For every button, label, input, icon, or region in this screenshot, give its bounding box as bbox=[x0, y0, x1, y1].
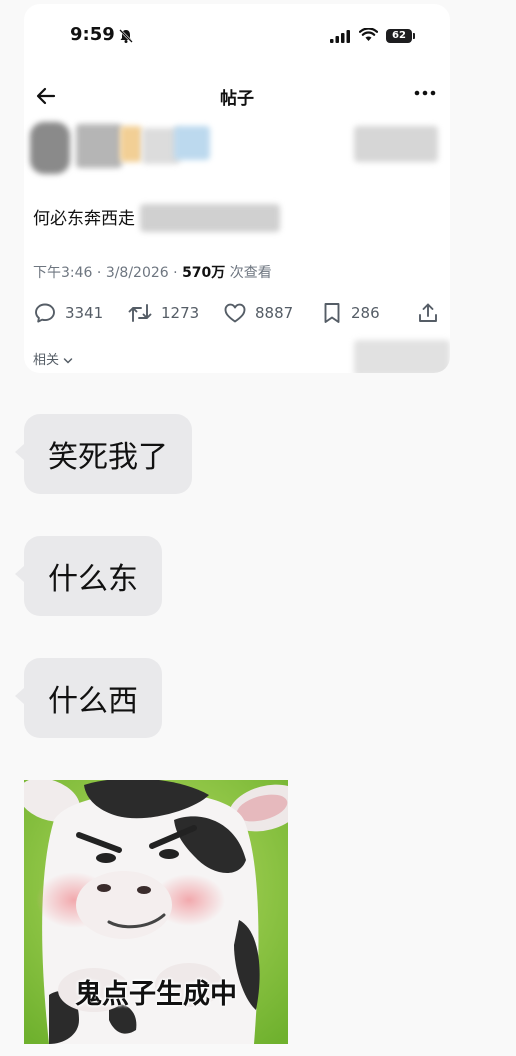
message-text: 什么东 bbox=[48, 562, 138, 597]
status-time: 9:59 bbox=[70, 24, 115, 45]
message-text: 什么西 bbox=[48, 684, 138, 719]
battery-icon: 62 bbox=[386, 29, 412, 43]
cow-sticker-image[interactable]: 鬼点子生成中 bbox=[24, 780, 288, 1044]
message-bubble[interactable]: 什么西 bbox=[15, 658, 162, 738]
repost-count: 1273 bbox=[161, 304, 200, 322]
post-views-label: 次查看 bbox=[229, 265, 272, 281]
battery-tip bbox=[413, 33, 415, 39]
bookmark-button[interactable]: 286 bbox=[321, 296, 380, 330]
post-views-number: 570万 bbox=[182, 265, 226, 281]
redacted-post-text bbox=[140, 204, 280, 232]
post-meta: 下午3:46 · 3/8/2026 · 570万 次查看 bbox=[33, 262, 272, 282]
reply-count: 3341 bbox=[65, 304, 104, 322]
share-button[interactable] bbox=[416, 296, 440, 330]
post-time: 下午3:46 bbox=[33, 265, 93, 281]
share-icon bbox=[419, 303, 437, 322]
meta-separator: · bbox=[173, 265, 183, 281]
repost-button[interactable]: 1273 bbox=[127, 296, 199, 330]
chevron-down-icon bbox=[63, 357, 73, 364]
status-bar: 9:59 62 bbox=[24, 4, 450, 64]
nav-title: 帖子 bbox=[220, 89, 254, 109]
nav-bar: 帖子 bbox=[24, 74, 450, 118]
post-text: 何必东奔西走 bbox=[33, 209, 135, 229]
message-bubble[interactable]: 什么东 bbox=[15, 536, 162, 616]
bell-slash-icon bbox=[119, 29, 133, 43]
like-icon bbox=[224, 303, 246, 323]
more-icon[interactable] bbox=[414, 90, 436, 96]
related-dropdown[interactable]: 相关 bbox=[33, 349, 73, 368]
sticker-caption: 鬼点子生成中 bbox=[75, 979, 237, 1010]
post-screenshot-card[interactable]: 9:59 62 帖子 何必东奔西走 下午3:46 · 3/8/2026 · 57… bbox=[24, 4, 450, 373]
related-label: 相关 bbox=[33, 353, 60, 368]
reply-icon bbox=[35, 303, 55, 323]
bookmark-count: 286 bbox=[351, 304, 380, 322]
post-date: 3/8/2026 bbox=[105, 265, 169, 281]
message-bubble[interactable]: 笑死我了 bbox=[15, 414, 192, 494]
like-button[interactable]: 8887 bbox=[223, 296, 293, 330]
bookmark-icon bbox=[324, 303, 340, 323]
like-count: 8887 bbox=[255, 304, 294, 322]
message-text: 笑死我了 bbox=[48, 440, 168, 475]
meta-separator: · bbox=[96, 265, 106, 281]
repost-icon bbox=[128, 304, 152, 322]
wifi-icon bbox=[359, 28, 378, 41]
signal-icon bbox=[330, 30, 350, 43]
redacted-related bbox=[354, 340, 450, 373]
post-actions: 3341 1273 8887 286 bbox=[24, 296, 450, 330]
reply-button[interactable]: 3341 bbox=[33, 296, 103, 330]
